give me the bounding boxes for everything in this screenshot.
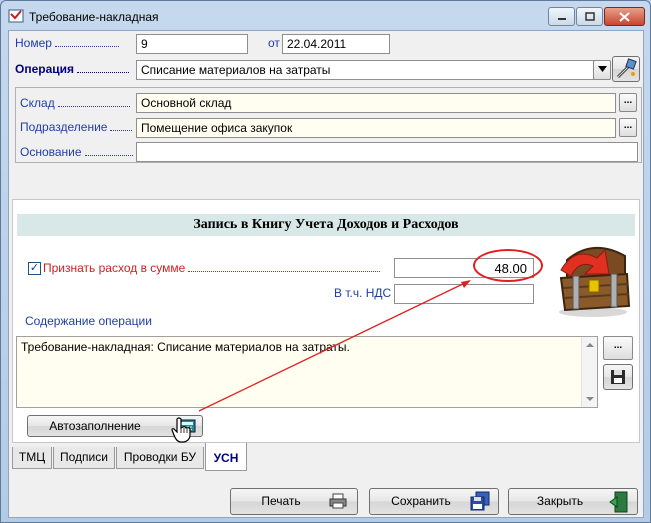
operation-label: Операция (15, 62, 130, 76)
operation-select[interactable]: Списание материалов на затраты (136, 60, 610, 80)
date-field[interactable]: 22.04.2011 (282, 34, 390, 54)
close-button-label: Закрыть (536, 494, 584, 508)
usn-panel: Запись в Книгу Учета Доходов и Расходов … (12, 199, 640, 443)
warehouse-label: Склад (20, 96, 130, 110)
app-window: Требование-накладная Номер 9 от 22.04.20… (0, 0, 651, 523)
title-bar: Требование-накладная (1, 1, 650, 31)
tab-postings[interactable]: Проводки БУ (116, 447, 204, 469)
expense-checkbox-label: Признать расход в сумме (43, 261, 381, 275)
requisites-group: Склад Основной склад ... Подразделение П… (15, 87, 642, 163)
maximize-icon (584, 12, 595, 21)
memo-select-button[interactable]: ... (603, 336, 633, 360)
close-icon (619, 11, 630, 22)
form-client-area: Номер 9 от 22.04.2011 Операция Списание … (8, 30, 644, 518)
number-field[interactable]: 9 (136, 34, 248, 54)
save-button[interactable]: Сохранить (369, 488, 499, 515)
printer-icon (329, 493, 347, 509)
tab-tmc[interactable]: ТМЦ (12, 447, 52, 469)
wand-icon (616, 58, 637, 79)
tab-signatures[interactable]: Подписи (53, 447, 115, 469)
department-field[interactable]: Помещение офиса закупок (136, 118, 616, 138)
content-memo[interactable]: Требование-накладная: Списание материало… (16, 336, 598, 408)
operation-wizard-button[interactable] (612, 56, 640, 82)
save-floppy-icon (470, 491, 490, 511)
scroll-down-icon (586, 397, 594, 401)
treasure-chest-icon (559, 246, 631, 317)
content-label: Содержание операции (25, 314, 152, 328)
window-title: Требование-накладная (29, 10, 159, 24)
department-select-button[interactable]: ... (619, 118, 637, 137)
autofill-button-label: Автозаполнение (49, 419, 141, 433)
basis-label: Основание (20, 145, 133, 159)
warehouse-field[interactable]: Основной склад (136, 93, 616, 113)
memo-scrollbar[interactable] (581, 337, 597, 407)
content-memo-text: Требование-накладная: Списание материало… (21, 340, 350, 354)
basis-field[interactable] (136, 142, 638, 162)
amount-highlight-ellipse (473, 249, 543, 282)
operation-dropdown-arrow[interactable] (593, 60, 611, 80)
memo-save-button[interactable] (603, 364, 633, 390)
print-button-label: Печать (261, 494, 301, 508)
tab-usn[interactable]: УСН (205, 443, 247, 471)
hand-cursor-icon (171, 417, 191, 443)
vat-field[interactable] (394, 284, 534, 304)
print-button[interactable]: Печать (230, 488, 358, 515)
save-disk-icon (611, 370, 625, 384)
panel-heading: Запись в Книгу Учета Доходов и Расходов (17, 214, 635, 236)
date-label: от (268, 36, 280, 50)
number-label: Номер (15, 36, 119, 50)
exit-door-icon (609, 491, 628, 513)
scroll-up-icon (586, 343, 594, 347)
maximize-button[interactable] (576, 7, 603, 26)
department-label: Подразделение (20, 120, 133, 134)
minimize-button[interactable] (548, 7, 575, 26)
close-button[interactable]: Закрыть (508, 488, 638, 515)
warehouse-select-button[interactable]: ... (619, 93, 637, 112)
chevron-down-icon (597, 66, 607, 72)
save-button-label: Сохранить (391, 494, 451, 508)
expense-checkbox[interactable]: ✓ (28, 262, 41, 275)
minimize-icon (557, 17, 566, 20)
app-icon (8, 9, 24, 23)
tab-strip: ТМЦ Подписи Проводки БУ УСН (12, 443, 640, 471)
vat-label: В т.ч. НДС (334, 286, 392, 300)
close-window-button[interactable] (604, 7, 645, 26)
